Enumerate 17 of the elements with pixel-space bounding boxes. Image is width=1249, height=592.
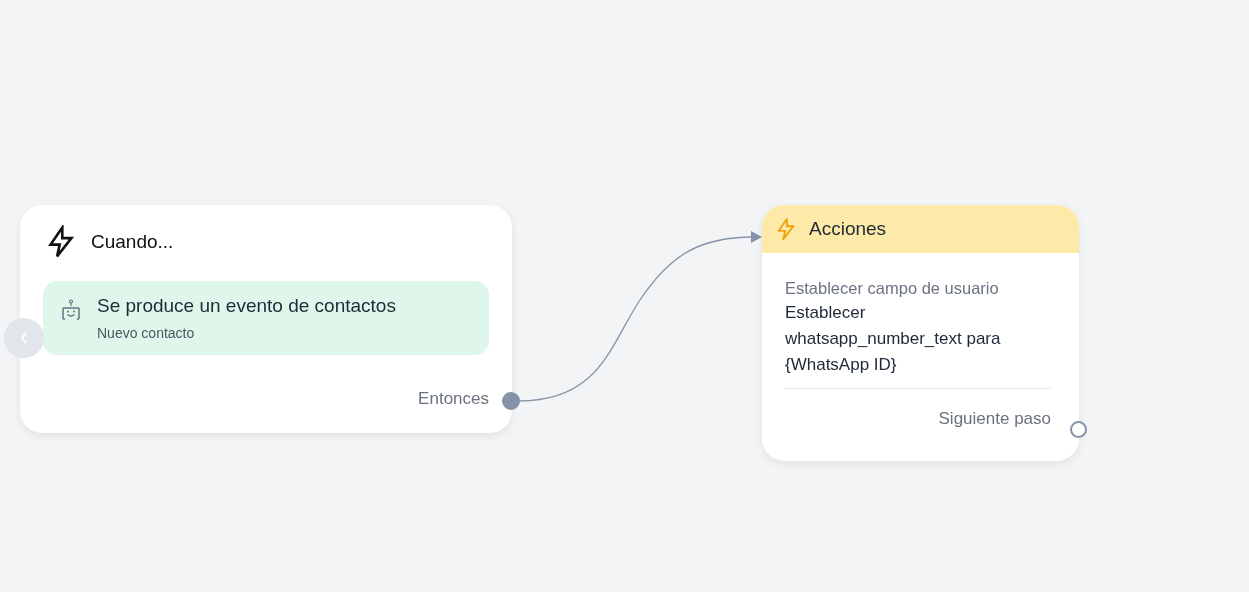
output-handle[interactable]	[1070, 421, 1087, 438]
step-description: Establecer whatsapp_number_text para {WhatsApp ID}	[785, 302, 1002, 376]
event-subtitle: Nuevo contacto	[97, 325, 196, 341]
output-label: Siguiente paso	[938, 409, 1051, 429]
node-title: Acciones	[809, 218, 887, 240]
node-title: Cuando...	[91, 231, 174, 253]
lightning-icon	[45, 225, 77, 259]
chevron-left-icon	[19, 331, 29, 345]
action-node[interactable]: Acciones Establecer campo de usuario Establecer whatsapp_number_text para {WhatsApp ID} Siguiente paso	[762, 205, 1079, 461]
lightning-icon	[775, 217, 797, 241]
robot-icon	[61, 299, 81, 321]
event-card[interactable]: Se produce un evento de contactos Nuevo contacto	[43, 281, 489, 355]
event-title: Se produce un evento de contactos	[97, 295, 396, 317]
trigger-node[interactable]: Cuando... Se produce un evento de contactos Nuevo contacto Entonces	[20, 205, 512, 433]
output-label: Entonces	[418, 389, 489, 409]
step-title: Establecer campo de usuario	[785, 279, 1000, 298]
output-handle[interactable]	[502, 392, 520, 410]
